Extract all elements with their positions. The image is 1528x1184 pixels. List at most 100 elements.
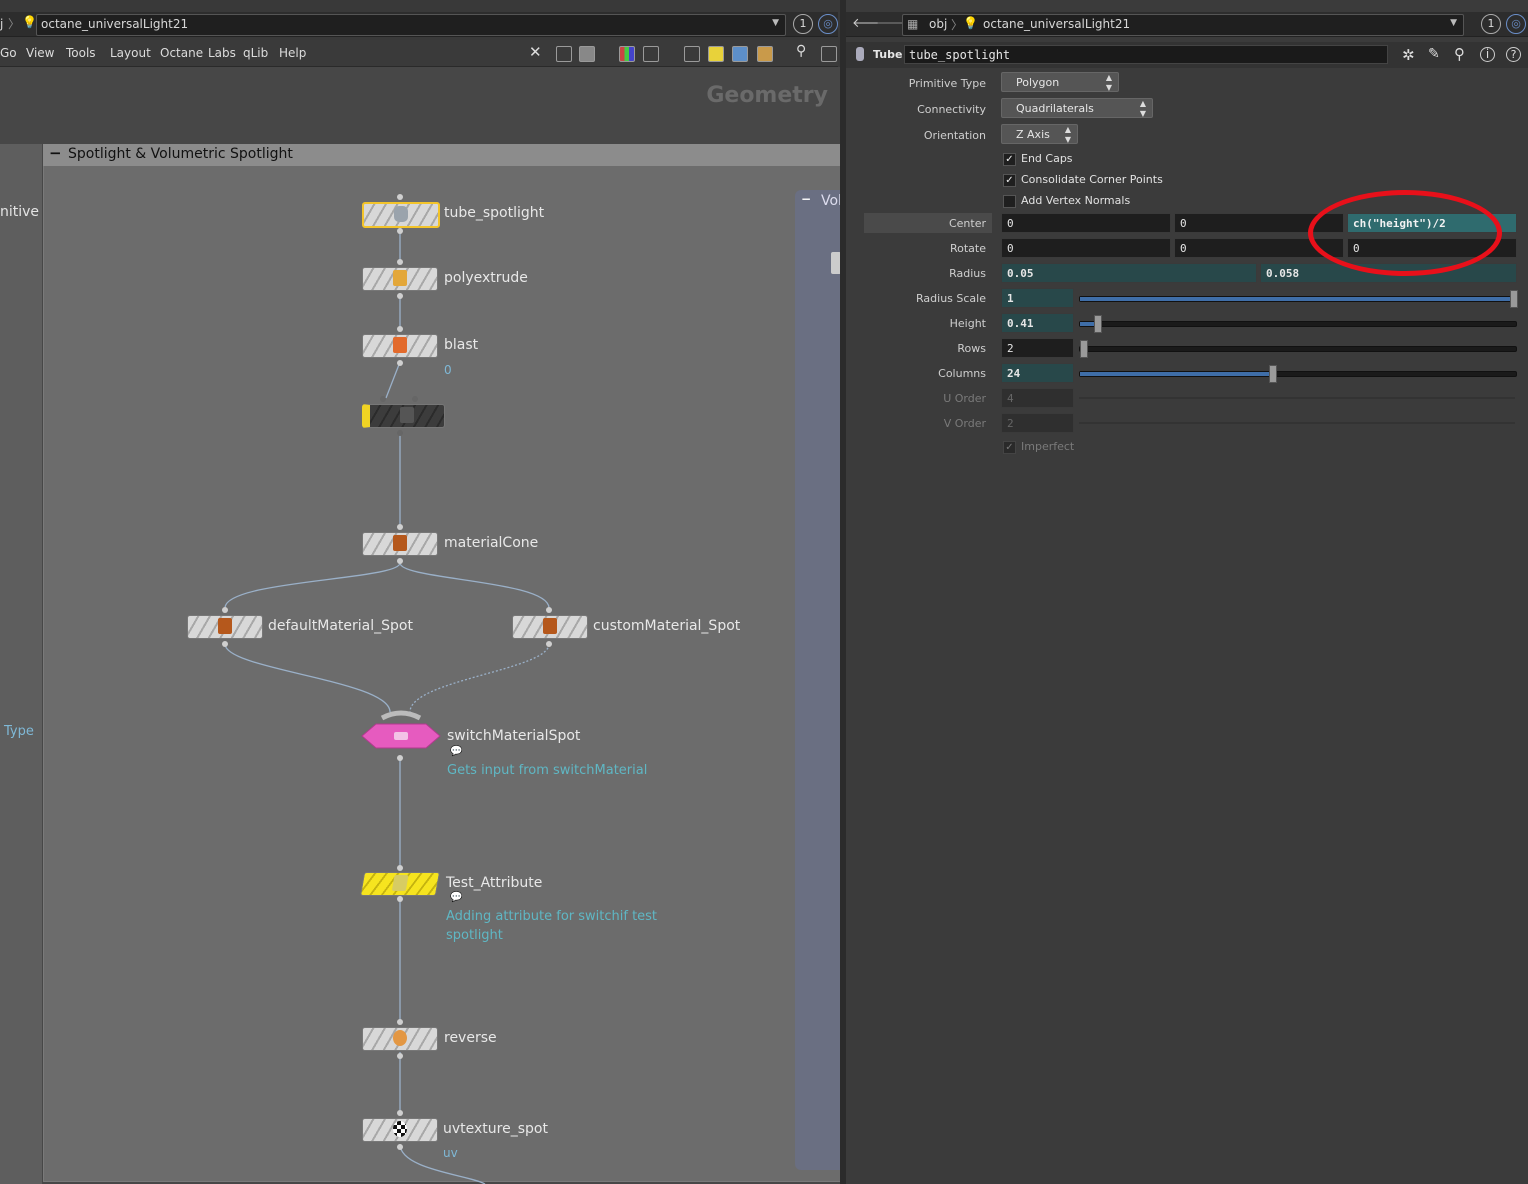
- node-name-field[interactable]: tube_spotlight: [904, 45, 1388, 64]
- pin-icon[interactable]: ◎: [1506, 14, 1526, 34]
- help-icon[interactable]: ?: [1506, 47, 1521, 62]
- material-icon: [543, 618, 557, 634]
- output-port[interactable]: [397, 228, 403, 234]
- output-port[interactable]: [397, 360, 403, 366]
- node-label-custom-material[interactable]: customMaterial_Spot: [593, 618, 740, 634]
- output-port[interactable]: [397, 1053, 403, 1059]
- node-test-attribute[interactable]: [359, 872, 441, 896]
- node-blast[interactable]: [362, 334, 438, 358]
- node-label-test-attribute[interactable]: Test_Attribute: [446, 875, 542, 891]
- node-label-tube[interactable]: tube_spotlight: [444, 205, 544, 221]
- node-reverse[interactable]: [362, 1027, 438, 1051]
- wire-blast-bypassed: [385, 361, 401, 399]
- material-icon: [393, 535, 407, 551]
- output-port[interactable]: [397, 1144, 403, 1150]
- node-uvtexture[interactable]: [362, 1118, 438, 1142]
- node-label-polyextrude[interactable]: polyextrude: [444, 270, 528, 286]
- output-port[interactable]: [546, 641, 552, 647]
- input-port[interactable]: [222, 607, 228, 613]
- center-x-field[interactable]: 0: [1001, 213, 1171, 233]
- input-port[interactable]: [397, 1019, 403, 1025]
- wire-material-custom: [399, 562, 550, 609]
- label-imperfect: Imperfect: [1021, 440, 1075, 453]
- radius-scale-field[interactable]: 1: [1001, 288, 1074, 308]
- radius-scale-slider[interactable]: [1079, 290, 1518, 308]
- label-height: Height: [949, 317, 986, 330]
- node-tube-spotlight[interactable]: [362, 202, 440, 228]
- output-port[interactable]: [222, 641, 228, 647]
- comment-icon: 💬: [450, 746, 463, 757]
- chevron-down-icon[interactable]: ▼: [1450, 18, 1457, 28]
- wire-custom-switch: [409, 643, 550, 713]
- node-switch-material[interactable]: [360, 710, 442, 754]
- node-label-blast[interactable]: blast: [444, 337, 478, 353]
- checker-icon: [393, 1121, 407, 1137]
- path-context[interactable]: obj: [929, 17, 947, 31]
- search-icon[interactable]: ⚲: [1454, 45, 1465, 63]
- node-label-material-cone[interactable]: materialCone: [444, 535, 538, 551]
- label-u-order: U Order: [943, 392, 986, 405]
- input-port[interactable]: [397, 865, 403, 871]
- bypassed-node-icon: [400, 407, 414, 423]
- slider-handle[interactable]: [1080, 340, 1088, 358]
- node-bypassed[interactable]: [362, 404, 445, 428]
- height-field[interactable]: 0.41: [1001, 313, 1074, 333]
- radius-a-field[interactable]: 0.05: [1001, 263, 1257, 283]
- input-port[interactable]: [397, 194, 403, 200]
- node-label-switch[interactable]: switchMaterialSpot: [447, 728, 580, 744]
- network-editor-pane: j 〉 💡 octane_universalLight21 ▼ 1 ◎ Go V…: [0, 0, 840, 1184]
- input-port[interactable]: [412, 396, 418, 402]
- consolidate-checkbox[interactable]: ✓: [1003, 174, 1016, 187]
- polyextrude-icon: [393, 270, 407, 286]
- output-port[interactable]: [397, 430, 403, 436]
- node-default-material[interactable]: [187, 615, 263, 639]
- pane-link-button[interactable]: 1: [1481, 14, 1501, 34]
- columns-field[interactable]: 24: [1001, 363, 1074, 383]
- slider-handle[interactable]: [1268, 365, 1277, 383]
- slider-handle[interactable]: [1094, 315, 1103, 333]
- path-node-label[interactable]: octane_universalLight21: [983, 17, 1130, 31]
- gear-icon[interactable]: ✲: [1402, 46, 1415, 64]
- primitive-type-dropdown[interactable]: Polygon ▲ ▼: [1001, 72, 1119, 92]
- rows-field[interactable]: 2: [1001, 338, 1074, 358]
- input-port[interactable]: [380, 396, 386, 402]
- node-sub-uvtexture: uv: [443, 1146, 458, 1160]
- updown-arrows-icon: ▲ ▼: [1139, 99, 1146, 118]
- wire-material-default: [224, 562, 401, 609]
- tube-icon: [394, 206, 408, 222]
- info-icon[interactable]: i: [1480, 47, 1495, 62]
- orientation-dropdown[interactable]: Z Axis ▲ ▼: [1001, 124, 1078, 144]
- height-slider[interactable]: [1079, 315, 1517, 333]
- imperfect-checkbox: ✓: [1003, 441, 1016, 454]
- output-port[interactable]: [397, 755, 403, 761]
- slider-fill: [1080, 297, 1516, 301]
- input-port[interactable]: [397, 524, 403, 530]
- output-port[interactable]: [397, 293, 403, 299]
- input-port[interactable]: [546, 607, 552, 613]
- input-port[interactable]: [397, 259, 403, 265]
- columns-slider[interactable]: [1079, 365, 1517, 383]
- rows-slider[interactable]: [1079, 340, 1517, 358]
- add-vertex-normals-checkbox[interactable]: [1003, 195, 1016, 208]
- node-label-reverse[interactable]: reverse: [444, 1030, 497, 1046]
- node-polyextrude[interactable]: [362, 267, 438, 291]
- end-caps-checkbox[interactable]: ✓: [1003, 153, 1016, 166]
- input-port[interactable]: [397, 1110, 403, 1116]
- parameter-path-field[interactable]: ▦ obj 〉 💡 octane_universalLight21 ▼: [902, 14, 1464, 36]
- input-port[interactable]: [397, 326, 403, 332]
- label-connectivity: Connectivity: [917, 103, 986, 116]
- output-port[interactable]: [397, 558, 403, 564]
- node-label-uvtexture[interactable]: uvtexture_spot: [443, 1121, 548, 1137]
- rotate-x-field[interactable]: 0: [1001, 238, 1171, 258]
- slider-handle[interactable]: [1510, 290, 1518, 308]
- node-material-cone[interactable]: [362, 532, 438, 556]
- connectivity-dropdown[interactable]: Quadrilaterals ▲ ▼: [1001, 98, 1153, 118]
- brush-icon[interactable]: ✎: [1428, 46, 1440, 62]
- node-label-default-material[interactable]: defaultMaterial_Spot: [268, 618, 413, 634]
- node-custom-material[interactable]: [512, 615, 588, 639]
- output-port[interactable]: [397, 896, 403, 902]
- label-rows: Rows: [957, 342, 986, 355]
- parameter-header: Tube tube_spotlight ✲ ✎ ⚲ i ?: [846, 42, 1528, 68]
- label-orientation: Orientation: [923, 129, 986, 142]
- light-bulb-icon: 💡: [963, 16, 978, 30]
